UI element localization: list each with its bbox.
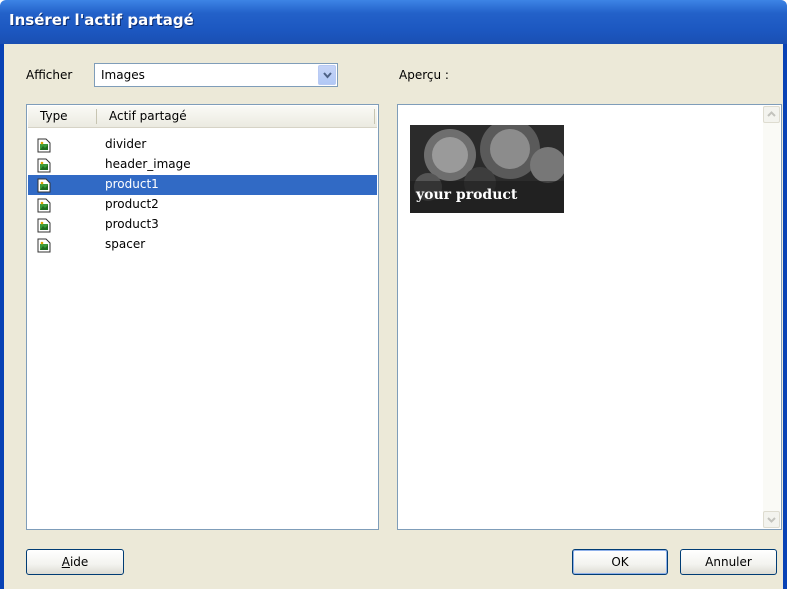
asset-list[interactable]: Type Actif partagé divider header_imagepr… <box>26 104 379 530</box>
list-item-name: product1 <box>105 177 159 191</box>
preview-image-caption: your product <box>416 187 518 203</box>
dialog-window: Insérer l'actif partagé Afficher Images … <box>0 0 787 589</box>
column-divider[interactable] <box>96 109 97 124</box>
preview-pane: your product <box>397 104 782 530</box>
list-item[interactable]: divider <box>28 135 377 155</box>
image-file-icon <box>37 178 51 193</box>
title-bar[interactable]: Insérer l'actif partagé <box>0 0 787 44</box>
filter-dropdown[interactable]: Images <box>94 63 338 87</box>
filter-selected-value: Images <box>101 68 145 82</box>
image-file-icon <box>37 158 51 173</box>
chevron-down-icon <box>323 72 332 79</box>
list-item[interactable]: product2 <box>28 195 377 215</box>
list-item-name: spacer <box>105 237 146 251</box>
preview-label: Aperçu : <box>399 68 449 82</box>
list-item-name: product3 <box>105 217 159 231</box>
list-header: Type Actif partagé <box>28 106 377 128</box>
list-item-name: header_image <box>105 157 191 171</box>
cancel-button-label: Annuler <box>705 555 752 569</box>
list-item[interactable]: header_image <box>28 155 377 175</box>
preview-image: your product <box>410 125 564 213</box>
column-header-asset[interactable]: Actif partagé <box>109 109 187 123</box>
scroll-up-icon <box>767 111 776 117</box>
scroll-down-icon <box>767 517 776 523</box>
image-file-icon <box>37 218 51 233</box>
preview-scrollbar[interactable] <box>763 106 780 528</box>
image-file-icon <box>37 238 51 253</box>
ok-button-label: OK <box>611 555 629 569</box>
window-frame-left <box>0 44 4 589</box>
image-file-icon <box>37 198 51 213</box>
list-item[interactable]: spacer <box>28 235 377 255</box>
cancel-button[interactable]: Annuler <box>680 549 777 575</box>
list-item-name: product2 <box>105 197 159 211</box>
column-header-type[interactable]: Type <box>40 109 68 123</box>
scroll-up-button[interactable] <box>763 106 780 123</box>
window-frame-right <box>783 44 787 589</box>
column-divider[interactable] <box>374 109 375 124</box>
help-button-label: Aide <box>61 555 89 569</box>
list-item[interactable]: product1 <box>28 175 377 195</box>
ok-button[interactable]: OK <box>572 549 668 575</box>
list-item-name: divider <box>105 137 147 151</box>
window-title: Insérer l'actif partagé <box>9 11 194 29</box>
image-file-icon <box>37 138 51 153</box>
filter-label: Afficher <box>26 68 73 82</box>
dropdown-button[interactable] <box>318 65 336 85</box>
help-button[interactable]: Aide <box>26 549 124 575</box>
list-item[interactable]: product3 <box>28 215 377 235</box>
scroll-down-button[interactable] <box>763 511 780 528</box>
